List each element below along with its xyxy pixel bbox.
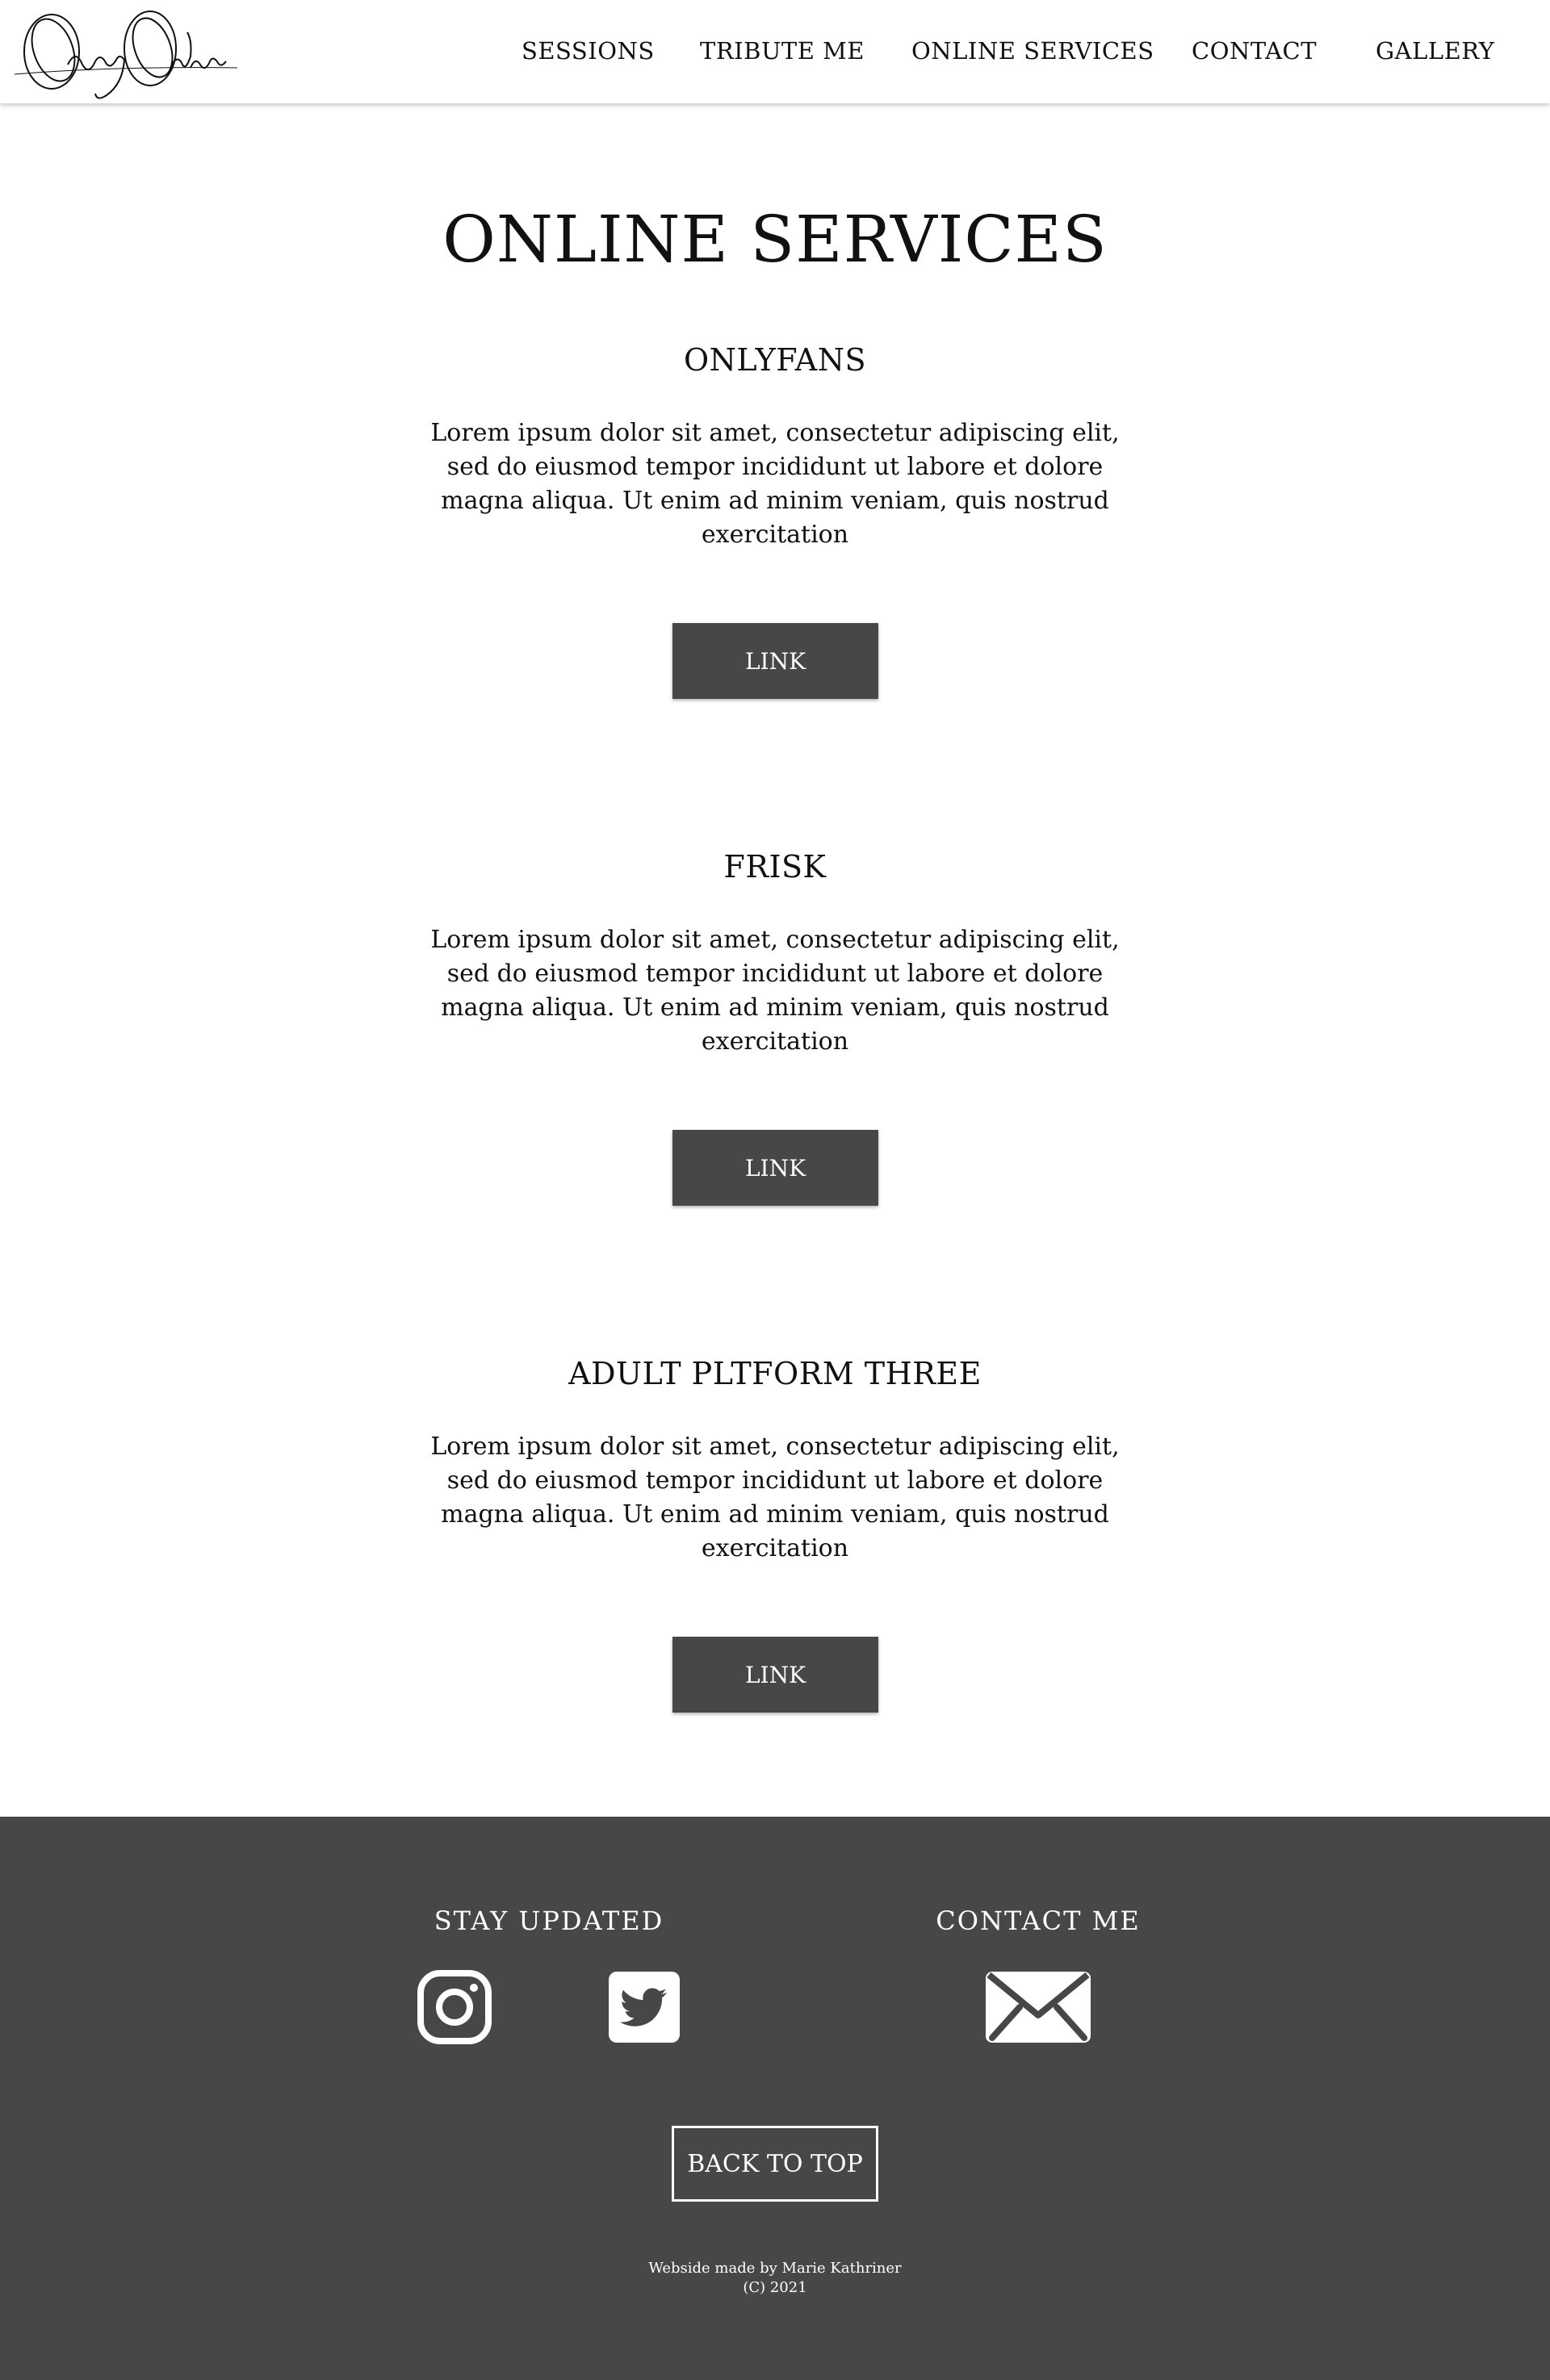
nav-item-tribute-me[interactable]: TRIBUTE ME [700,37,865,65]
platform-three-link-button[interactable]: LINK [672,1637,878,1713]
onlyfans-link-button[interactable]: LINK [672,623,878,699]
back-to-top-button[interactable]: BACK TO TOP [672,2126,878,2202]
site-footer: STAY UPDATED CONTACT ME BACK TO TOP Webs… [0,1817,1550,2380]
stay-updated-heading: STAY UPDATED [434,1905,664,1936]
service-title: ONLYFANS [683,342,867,378]
page-title: ONLINE SERVICES [442,202,1108,277]
instagram-icon[interactable] [417,1970,492,2044]
nav-item-online-services[interactable]: ONLINE SERVICES [911,37,1154,65]
site-header: SESSIONS TRIBUTE ME ONLINE SERVICES CONT… [0,0,1550,103]
nav-item-sessions[interactable]: SESSIONS [522,37,655,65]
service-description: Lorem ipsum dolor sit amet, consectetur … [430,419,1120,549]
service-description: Lorem ipsum dolor sit amet, consectetur … [430,926,1120,1056]
service-title: FRISK [723,849,827,885]
nav-item-contact[interactable]: CONTACT [1192,37,1317,65]
contact-me-heading: CONTACT ME [936,1905,1141,1936]
copyright-line: (C) 2021 [743,2279,807,2296]
nav-item-gallery[interactable]: GALLERY [1376,37,1494,65]
service-description: Lorem ipsum dolor sit amet, consectetur … [430,1433,1120,1562]
main-nav: SESSIONS TRIBUTE ME ONLINE SERVICES CONT… [0,0,1550,103]
email-icon[interactable] [984,1970,1092,2044]
service-title: ADULT PLTFORM THREE [568,1356,982,1391]
credit-line: Webside made by Marie Kathriner [648,2260,902,2277]
footer-credits: Webside made by Marie Kathriner (C) 2021 [0,2259,1550,2298]
frisk-link-button[interactable]: LINK [672,1130,878,1206]
twitter-icon[interactable] [607,1970,681,2044]
